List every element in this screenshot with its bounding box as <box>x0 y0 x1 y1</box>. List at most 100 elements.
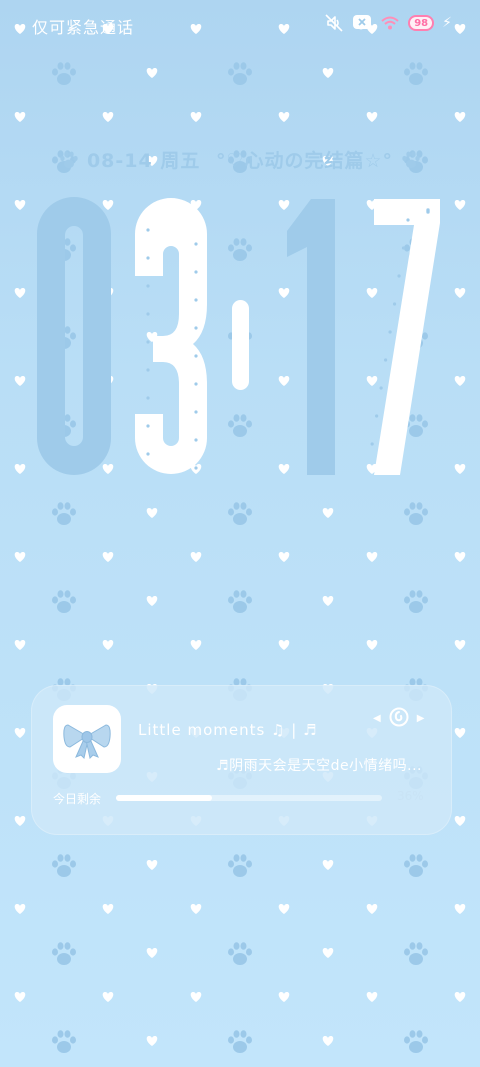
heart-icon <box>454 904 466 914</box>
netease-music-icon[interactable] <box>389 707 409 730</box>
clock-dot <box>194 270 198 274</box>
previous-icon[interactable]: ◀ <box>373 713 381 724</box>
heart-icon <box>454 816 466 826</box>
clock-dot <box>194 326 198 330</box>
paw-print-icon <box>52 590 76 613</box>
ribbon-bow-icon <box>63 724 111 759</box>
clock-dot <box>392 302 397 306</box>
heart-icon <box>14 992 26 1002</box>
paw-icon <box>60 150 79 168</box>
paw-print-icon <box>228 1030 252 1053</box>
playback-controls: ◀ ▶ <box>373 707 424 730</box>
heart-icon <box>102 904 114 914</box>
clock-dot <box>146 452 150 456</box>
charging-icon: ⚡ <box>442 15 452 31</box>
clock-minute-digit-tens <box>287 199 335 475</box>
heart-icon <box>454 640 466 650</box>
progress-label: 今日剩余 <box>53 792 102 806</box>
progress-bar <box>116 795 382 801</box>
heart-icon <box>14 640 26 650</box>
progress-bar-fill <box>116 795 212 801</box>
clock-dot <box>406 218 410 222</box>
heart-icon <box>322 860 334 870</box>
clock-dot <box>194 298 198 302</box>
clock-dot <box>146 396 150 400</box>
heart-icon <box>102 640 114 650</box>
clock-minute-digit-ones <box>374 199 440 475</box>
heart-icon <box>278 992 290 1002</box>
clock-hour-digit-ones <box>135 198 207 474</box>
heart-icon <box>146 1036 158 1046</box>
heart-icon <box>366 640 378 650</box>
paw-print-icon <box>404 942 428 965</box>
clock-dot <box>194 354 198 358</box>
carrier-text: 仅可紧急通话 <box>32 18 135 37</box>
clock-dot <box>146 424 150 428</box>
clock-hour-digit-tens <box>37 197 111 475</box>
paw-print-icon <box>52 854 76 877</box>
heart-icon <box>278 640 290 650</box>
heart-icon <box>366 904 378 914</box>
clock-dot <box>194 382 198 386</box>
clock-dot <box>194 242 198 246</box>
heart-icon <box>14 904 26 914</box>
clock-dot <box>384 358 388 362</box>
heart-icon <box>14 816 26 826</box>
clock-dot <box>146 368 150 372</box>
clock-dot <box>379 386 383 390</box>
battery-level: 98 <box>414 17 429 29</box>
clock-dot <box>146 228 150 232</box>
heart-icon <box>190 992 202 1002</box>
battery-icon: 98 <box>408 15 435 31</box>
heart-icon <box>190 640 202 650</box>
track-title: Little moments ♫ | ♬ <box>138 721 318 739</box>
clock-dot <box>146 340 150 344</box>
heart-icon <box>454 552 466 562</box>
date-text: 08-14 周五 <box>86 150 201 172</box>
heart-icon <box>14 728 26 738</box>
heart-icon <box>190 552 202 562</box>
paw-print-icon <box>404 854 428 877</box>
music-widget[interactable]: Little moments ♫ | ♬ ◀ ▶ ♬阴雨天会是天空de小情绪吗.… <box>31 685 452 835</box>
lyric-text: ♬阴雨天会是天空de小情绪吗... <box>216 758 422 774</box>
clock-dot <box>146 256 150 260</box>
heart-icon <box>102 552 114 562</box>
mute-icon <box>324 14 344 32</box>
heart-icon <box>102 992 114 1002</box>
paw-icon <box>401 150 420 168</box>
heart-icon <box>146 860 158 870</box>
paw-print-icon <box>404 590 428 613</box>
clock-digits <box>37 197 440 475</box>
heart-icon <box>454 728 466 738</box>
date-row: 08-14 周五 °♡心动の完结篇☆° <box>0 146 480 173</box>
album-cover[interactable] <box>53 705 121 773</box>
status-icons: 98 ⚡ <box>324 14 452 32</box>
paw-print-icon <box>404 1030 428 1053</box>
heart-icon <box>278 904 290 914</box>
wifi-icon <box>380 15 400 31</box>
clock-dot <box>375 414 379 418</box>
clock-dot <box>146 284 150 288</box>
clock-colon <box>232 300 249 390</box>
heart-icon <box>322 596 334 606</box>
heart-icon <box>278 552 290 562</box>
heart-icon <box>322 1036 334 1046</box>
heart-icon <box>146 948 158 958</box>
status-bar: 仅可紧急通话 98 ⚡ <box>0 0 480 48</box>
heart-icon <box>190 904 202 914</box>
heart-icon <box>146 596 158 606</box>
tagline-text: °♡心动の完结篇☆° <box>215 150 394 172</box>
clock-dot <box>194 410 198 414</box>
clock-dot <box>401 246 406 250</box>
clock-dot <box>426 208 430 212</box>
clock-dot <box>397 274 401 278</box>
progress-percent: 36% <box>397 789 424 803</box>
heart-icon <box>454 992 466 1002</box>
heart-icon <box>322 948 334 958</box>
clock-dot <box>194 466 198 470</box>
paw-print-icon <box>228 854 252 877</box>
heart-icon <box>366 552 378 562</box>
clock-dot <box>146 312 150 316</box>
next-icon[interactable]: ▶ <box>417 713 425 724</box>
paw-print-icon <box>228 590 252 613</box>
